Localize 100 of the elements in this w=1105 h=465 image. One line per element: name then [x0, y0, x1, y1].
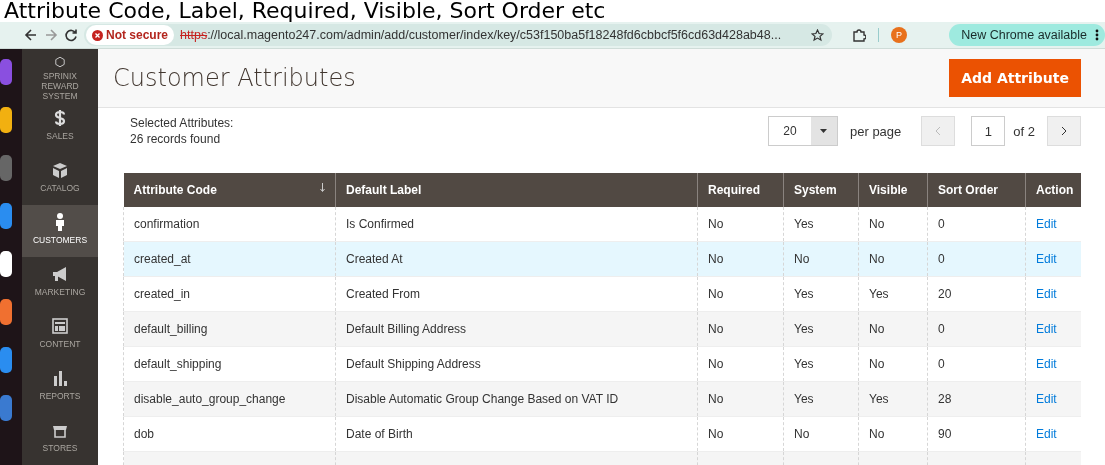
table-cell: Yes — [783, 346, 859, 382]
table-cell: Disable Automatic Group Change Based on VAT ID — [335, 381, 698, 417]
table-cell: 0 — [927, 241, 1026, 277]
edit-link[interactable]: Edit — [1036, 392, 1057, 406]
dock-app-icon — [0, 59, 12, 85]
table-cell: No — [858, 346, 928, 382]
table-cell: No — [697, 346, 784, 382]
table-cell: Created At — [335, 241, 698, 277]
sidebar-menu-item[interactable]: CUSTOMERS — [22, 205, 98, 257]
sidebar-menu-item[interactable]: REPORTS — [22, 361, 98, 413]
table-cell: No — [858, 311, 928, 347]
url-text: https://local.magento247.com/admin/add/customer/index/key/c53f150ba5f18248fd6cbbcf5f6cd63d428ab48... — [180, 28, 783, 42]
edit-link[interactable]: Edit — [1036, 357, 1057, 371]
table-cell: No — [858, 207, 928, 242]
sidebar-menu-item[interactable]: STORES — [22, 413, 98, 465]
table-cell: No — [697, 276, 784, 312]
not-secure-chip[interactable]: Not secure — [86, 25, 175, 45]
table-cell: Yes — [783, 381, 859, 417]
sidebar-menu-item[interactable]: CATALOG — [22, 153, 98, 205]
dock-app-icon — [0, 347, 12, 373]
table-cell: 0 — [927, 311, 1026, 347]
sidebar-menu-item[interactable]: CONTENT — [22, 309, 98, 361]
warning-icon — [92, 29, 103, 41]
chevron-right-icon — [1061, 126, 1067, 136]
dock-app-icon — [0, 203, 12, 229]
caption-text: Attribute Code, Label, Required, Visible, Sort Order etc — [3, 0, 607, 22]
back-arrow-icon — [24, 28, 38, 42]
table-cell: No — [697, 381, 784, 417]
table-cell: 90 — [927, 416, 1026, 452]
more-menu-icon — [1095, 29, 1099, 41]
table-cell: 0 — [927, 346, 1026, 382]
table-cell: No — [697, 311, 784, 347]
selected-attributes-label: Selected Attributes: — [130, 116, 234, 130]
star-icon — [811, 28, 824, 42]
layout-icon — [50, 316, 70, 336]
table-cell: default_shipping — [123, 346, 336, 382]
reload-icon — [64, 28, 78, 42]
table-cell: Date of Birth — [335, 416, 698, 452]
edit-link[interactable]: Edit — [1036, 287, 1057, 301]
edit-link[interactable]: Edit — [1036, 217, 1057, 231]
column-header[interactable]: Required — [697, 173, 784, 207]
profile-avatar[interactable]: P — [891, 27, 907, 43]
table-cell: 20 — [927, 276, 1026, 312]
address-bar[interactable]: Not secure https://local.magento247.com/admin/add/customer/index/key/c53f150ba5f18248fd6cbbcf5f6cd63d428ab48... — [84, 24, 832, 46]
forward-arrow-icon — [44, 28, 58, 42]
table-cell: No — [697, 241, 784, 277]
table-cell: Yes — [858, 276, 928, 312]
table-cell: confirmation — [123, 207, 336, 242]
table-cell: Default Shipping Address — [335, 346, 698, 382]
table-cell: default_billing — [123, 311, 336, 347]
dock-app-icon — [0, 395, 12, 421]
page-title: Customer Attributes — [113, 64, 356, 92]
previous-page-button[interactable] — [921, 116, 956, 146]
caret-down-icon — [820, 129, 828, 133]
sidebar-menu-item[interactable]: SALES — [22, 101, 98, 153]
page-number-field[interactable]: 1 — [971, 116, 1006, 146]
table-cell: 28 — [927, 381, 1026, 417]
table-cell: No — [697, 416, 784, 452]
column-header[interactable]: Visible — [858, 173, 928, 207]
table-cell: Created From — [335, 276, 698, 312]
dock-app-icon — [0, 251, 12, 277]
update-button[interactable]: New Chrome available — [949, 24, 1105, 46]
sidebar-menu-item[interactable]: MARKETING — [22, 257, 98, 309]
edit-link[interactable]: Edit — [1036, 252, 1057, 266]
records-count: 26 records found — [130, 132, 222, 146]
page-count: of 2 — [1013, 123, 1035, 139]
column-header[interactable]: Sort Order — [927, 173, 1026, 207]
table-cell: Yes — [858, 381, 928, 417]
table-cell: No — [697, 207, 784, 242]
table-cell: No — [783, 416, 859, 452]
edit-link[interactable]: Edit — [1036, 322, 1057, 336]
next-page-button[interactable] — [1047, 116, 1081, 146]
dock-app-icon — [0, 155, 12, 181]
column-header[interactable]: System — [783, 173, 859, 207]
per-page-label: per page — [850, 123, 902, 139]
table-cell: No — [783, 241, 859, 277]
add-attribute-button[interactable]: Add Attribute — [949, 59, 1081, 97]
table-cell: Yes — [783, 311, 859, 347]
table-cell: Yes — [783, 207, 859, 242]
table-cell: disable_auto_group_change — [123, 381, 336, 417]
column-header[interactable]: Attribute Code — [133, 183, 217, 197]
table-cell: No — [858, 241, 928, 277]
table-cell: Yes — [783, 276, 859, 312]
table-cell: 0 — [927, 207, 1026, 242]
column-header[interactable]: Action — [1025, 173, 1081, 207]
chevron-left-icon — [935, 126, 942, 136]
dock-app-icon — [0, 107, 12, 133]
sidebar-menu-item[interactable]: SPRINIX REWARD SYSTEM — [22, 49, 98, 101]
sort-arrow-icon — [320, 183, 325, 192]
puzzle-icon — [852, 28, 866, 42]
per-page-select[interactable]: 20 — [768, 116, 838, 146]
edit-link[interactable]: Edit — [1036, 427, 1057, 441]
table-cell: Is Confirmed — [335, 207, 698, 242]
table-cell: created_in — [123, 276, 336, 312]
box-icon — [50, 160, 70, 180]
table-cell: No — [858, 416, 928, 452]
table-cell: Default Billing Address — [335, 311, 698, 347]
table-cell: dob — [123, 416, 336, 452]
column-header[interactable]: Default Label — [335, 173, 698, 207]
table-cell: created_at — [123, 241, 336, 277]
